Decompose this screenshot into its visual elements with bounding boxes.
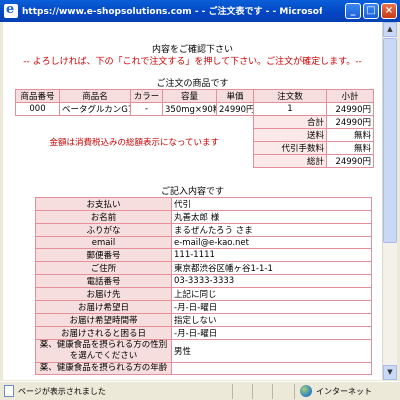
entry-row: ふりがな まるぜんたろう さま	[35, 223, 372, 237]
status-text: ページが表示されました	[18, 387, 106, 396]
entry-row: email e-mail@e-kao.net	[35, 236, 372, 249]
status-bar: ページが表示されました インターネット	[0, 381, 400, 400]
summary-label: 代引手数料	[253, 141, 327, 155]
entry-value: まるぜんたろう さま	[171, 223, 372, 237]
summary-value: 24990円	[326, 115, 374, 129]
status-divider	[252, 384, 253, 399]
summary-value: 24990円	[326, 154, 374, 168]
confirm-note: -- よろしければ、下の「これで注文する」を押して下さい。ご注文が確定します。-…	[23, 57, 362, 67]
internet-zone-icon	[300, 385, 312, 397]
entry-value: 03-3333-3333	[171, 274, 372, 288]
entry-row: ご住所 東京都渋谷区幡ヶ谷1-1-1	[35, 261, 372, 275]
entry-value: 指定しない	[171, 313, 372, 327]
item-quantity: 1	[253, 102, 327, 116]
col-header: 小計	[326, 89, 374, 103]
item-color: -	[130, 102, 163, 116]
entry-label: 郵便番号	[35, 248, 172, 262]
item-capacity: 350mg×90粒	[162, 102, 217, 116]
entry-table: お支払い 代引 お名前 丸善太郎 様 ふりがな まるぜんたろう さま email…	[35, 197, 372, 375]
entry-value: -月-日-曜日	[171, 300, 372, 314]
entry-row: お届け希望日 -月-日-曜日	[35, 300, 372, 314]
vertical-scrollbar[interactable]: ▲ ▼	[382, 22, 397, 380]
summary-label: 合計	[253, 115, 327, 129]
scroll-down-arrow-icon[interactable]: ▼	[383, 365, 397, 380]
entry-label: お届け先	[35, 287, 172, 301]
col-header: 注文数	[253, 89, 327, 103]
item-subtotal: 24990円	[326, 102, 374, 116]
entry-value: -月-日-曜日	[171, 326, 372, 340]
entry-value: 丸善太郎 様	[171, 210, 372, 224]
entry-label: お名前	[35, 210, 172, 224]
tax-note: 金額は消費税込みの総額表示になっています	[49, 137, 220, 148]
entry-row: お届け希望時間帯 指定しない	[35, 313, 372, 327]
entry-section-title: ご記入内容です	[160, 187, 224, 197]
item-number: 000	[15, 102, 60, 116]
scroll-up-arrow-icon[interactable]: ▲	[383, 22, 397, 37]
entry-label: お届け希望日	[35, 300, 172, 314]
window-title-bar: https://www.e-shopsolutions.com - - ご注文表…	[0, 0, 400, 22]
status-divider	[232, 384, 233, 399]
col-header: 商品名	[59, 89, 131, 103]
scroll-thumb[interactable]	[383, 38, 397, 243]
item-name: ベータグルカンG7	[59, 102, 131, 116]
entry-value: 東京都渋谷区幡ヶ谷1-1-1	[171, 261, 372, 275]
summary-row: 金額は消費税込みの総額表示になっています 合計 24990円	[16, 115, 374, 148]
entry-value: 代引	[171, 197, 372, 211]
status-divider	[294, 384, 295, 399]
page-content: 内容をご確認下さい -- よろしければ、下の「これで注文する」を押して下さい。ご…	[3, 22, 382, 380]
entry-value: 上記に同じ	[171, 287, 372, 301]
order-section-title: ご注文の商品です	[156, 79, 229, 89]
close-button[interactable]: ×	[381, 3, 397, 19]
entry-label: お届け希望時間帯	[35, 313, 172, 327]
window-title: https://www.e-shopsolutions.com - - ご注文表…	[22, 7, 322, 17]
ie-icon	[4, 2, 18, 18]
entry-value: 男性	[171, 339, 372, 363]
entry-row: お支払い 代引	[35, 197, 372, 211]
summary-value: 無料	[326, 128, 374, 142]
entry-label: ふりがな	[35, 223, 172, 237]
item-unit-price: 24990円	[216, 102, 254, 116]
zone-label: インターネット	[316, 387, 372, 396]
minimize-button[interactable]: _	[345, 3, 361, 19]
status-divider	[272, 384, 273, 399]
order-header-row: 商品番号 商品名 カラー 容量 単価 注文数 小計	[15, 89, 374, 103]
entry-value: e-mail@e-kao.net	[171, 236, 372, 249]
col-header: 単価	[216, 89, 254, 103]
summary-label: 総計	[253, 154, 327, 168]
summary-label: 送料	[253, 128, 327, 142]
col-header: 商品番号	[15, 89, 60, 103]
page-icon	[4, 385, 14, 397]
order-item-row: 000 ベータグルカンG7 - 350mg×90粒 24990円 1 24990…	[15, 102, 374, 116]
maximize-button[interactable]: □	[363, 3, 379, 19]
entry-label: 薬、健康食品を摂られる方の年齢	[35, 362, 172, 375]
entry-label: ご住所	[35, 261, 172, 275]
entry-label: お支払い	[35, 197, 172, 211]
entry-row: 郵便番号 111-1111	[35, 248, 372, 262]
entry-label: お届けされると困る日	[35, 326, 172, 340]
entry-label: 薬、健康食品を摂られる方の性別を選んでください	[35, 339, 172, 363]
entry-row: お名前 丸善太郎 様	[35, 210, 372, 224]
entry-row: 薬、健康食品を摂られる方の年齢	[35, 362, 372, 375]
entry-value: 111-1111	[171, 248, 372, 262]
order-table: 商品番号 商品名 カラー 容量 単価 注文数 小計 000 ベータグルカンG7 …	[15, 89, 374, 168]
entry-row: 薬、健康食品を摂られる方の性別を選んでください 男性	[35, 339, 372, 363]
entry-label: email	[35, 236, 172, 249]
entry-label: 電話番号	[35, 274, 172, 288]
col-header: カラー	[130, 89, 163, 103]
entry-row: お届け先 上記に同じ	[35, 287, 372, 301]
col-header: 容量	[162, 89, 217, 103]
summary-value: 無料	[326, 141, 374, 155]
entry-value	[171, 362, 372, 375]
entry-row: お届けされると困る日 -月-日-曜日	[35, 326, 372, 340]
entry-row: 電話番号 03-3333-3333	[35, 274, 372, 288]
